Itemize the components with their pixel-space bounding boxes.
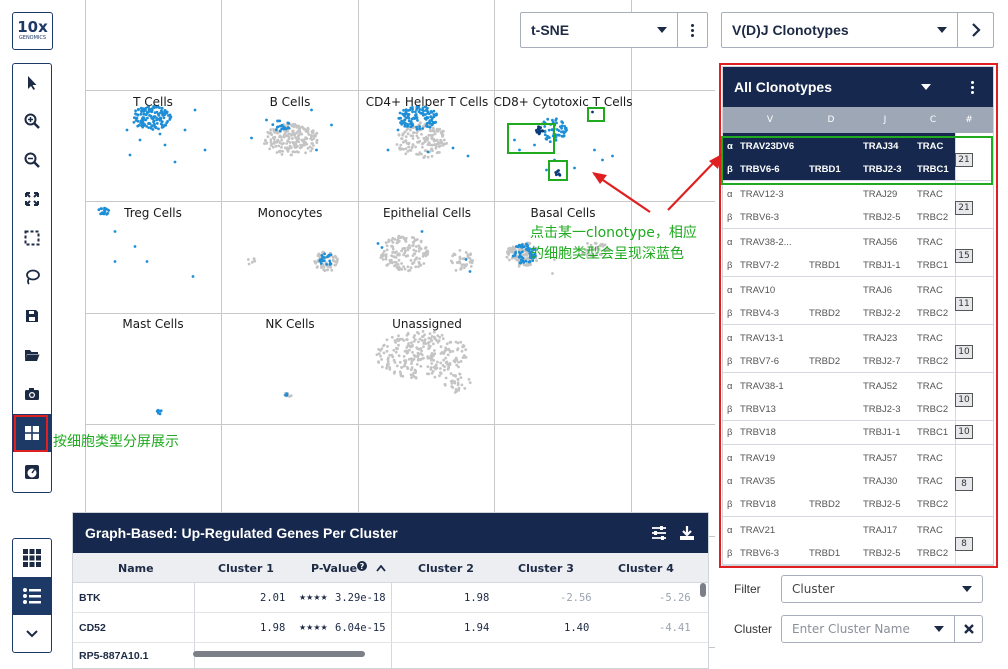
- col-cluster2[interactable]: Cluster 2: [418, 562, 474, 575]
- col-pvalue[interactable]: P-Value: [311, 562, 357, 575]
- camera-icon: [25, 388, 39, 400]
- genes-table-panel: Graph-Based: Up-Regulated Genes Per Clus…: [72, 512, 709, 669]
- next-view-button[interactable]: [957, 13, 993, 47]
- split-view-annotation: 按细胞类型分屏展示: [53, 434, 179, 450]
- caret-down-icon: [937, 27, 947, 33]
- screenshot-button[interactable]: [13, 375, 51, 413]
- caret-down-icon: [657, 27, 667, 33]
- grid-nine-icon: [23, 549, 41, 567]
- projection-menu-button[interactable]: [677, 13, 707, 47]
- genes-table-title: Graph-Based: Up-Regulated Genes Per Clus…: [85, 525, 398, 541]
- col-cluster3[interactable]: Cluster 3: [518, 562, 574, 575]
- sliders-icon[interactable]: [650, 524, 668, 542]
- horizontal-scrollbar[interactable]: [193, 651, 365, 657]
- col-name[interactable]: Name: [118, 562, 154, 575]
- gauge-icon: [25, 465, 39, 479]
- table-row[interactable]: CD52 1.98 ★★★★ 6.04e-15 1.94 1.40 -4.41: [73, 613, 708, 643]
- sort-up-icon[interactable]: [376, 565, 386, 572]
- annotation-arrows: [592, 154, 722, 213]
- caret-down-icon: [934, 626, 944, 632]
- vertical-scrollbar[interactable]: [700, 583, 706, 597]
- clonotype-annotation-line2: 的细胞类型会呈现深蓝色: [530, 246, 684, 262]
- tenx-logo: 10x GENOMICS: [12, 12, 53, 50]
- genes-table-header: Graph-Based: Up-Regulated Genes Per Clus…: [73, 513, 708, 553]
- col-cluster4[interactable]: Cluster 4: [618, 562, 674, 575]
- cluster-label: Cluster: [734, 622, 773, 636]
- filter-select[interactable]: Cluster: [781, 575, 983, 603]
- clonotype-annotation-line1: 点击某一clonotype，相应: [530, 225, 697, 241]
- bottom-view-toolbar: [12, 538, 52, 653]
- box-select-button[interactable]: [13, 219, 51, 257]
- filter-label: Filter: [734, 582, 761, 596]
- zoom-in-icon: [24, 113, 40, 129]
- genes-column-header: Name Cluster 1 P-Value ? Cluster 2 Clust…: [73, 553, 708, 583]
- projection-select[interactable]: t-SNE: [520, 12, 708, 48]
- selected-clonotype-highlight: [721, 136, 993, 185]
- split-view-highlight: [14, 415, 48, 452]
- zoom-out-button[interactable]: [13, 141, 51, 179]
- zoom-in-button[interactable]: [13, 102, 51, 140]
- col-cluster1[interactable]: Cluster 1: [218, 562, 274, 575]
- select-tool-button[interactable]: [13, 64, 51, 102]
- caret-down-icon: [962, 586, 972, 592]
- close-icon: [963, 624, 974, 634]
- download-icon[interactable]: [678, 524, 696, 542]
- dashed-box-icon: [24, 230, 40, 246]
- panel-settings-button[interactable]: [13, 453, 51, 491]
- help-icon[interactable]: ?: [357, 561, 367, 571]
- floppy-disk-icon: [26, 310, 38, 322]
- cluster-highlight-2: [587, 107, 605, 122]
- folder-open-icon: [25, 350, 40, 361]
- projection-select-value: t-SNE: [531, 22, 570, 38]
- list-icon: [23, 588, 41, 604]
- table-row[interactable]: BTK 2.01 ★★★★ 3.29e-18 1.98 -2.56 -5.26: [73, 583, 708, 613]
- cluster-input-placeholder: Enter Cluster Name: [792, 622, 910, 636]
- chevron-down-icon: [26, 630, 38, 638]
- expand-arrows-icon: [25, 192, 39, 206]
- clear-cluster-button[interactable]: [955, 615, 983, 643]
- grid-view-button[interactable]: [13, 539, 51, 577]
- chevron-right-icon: [971, 23, 981, 37]
- lasso-icon: [26, 269, 40, 285]
- cluster-name-input[interactable]: Enter Cluster Name: [781, 615, 955, 643]
- zoom-out-icon: [24, 152, 40, 168]
- list-view-button[interactable]: [13, 577, 51, 615]
- open-folder-button[interactable]: [13, 336, 51, 374]
- view-select[interactable]: V(D)J Clonotypes: [721, 12, 994, 48]
- cluster-highlight-1: [507, 123, 555, 154]
- view-select-value: V(D)J Clonotypes: [732, 22, 849, 38]
- fit-view-button[interactable]: [13, 180, 51, 218]
- collapse-button[interactable]: [13, 615, 51, 653]
- table-row[interactable]: RP5-887A10.1: [73, 643, 708, 668]
- cluster-highlight-3: [548, 160, 568, 181]
- save-button[interactable]: [13, 297, 51, 335]
- filter-select-value: Cluster: [792, 582, 835, 596]
- lasso-button[interactable]: [13, 258, 51, 296]
- cursor-icon: [28, 76, 37, 90]
